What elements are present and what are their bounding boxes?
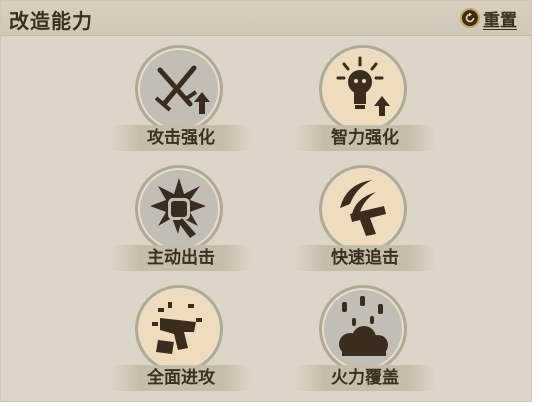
skill-label: 主动出击 — [111, 245, 251, 271]
skill-fire-coverage[interactable]: 火力覆盖 — [295, 285, 445, 405]
skill-full-assault[interactable]: 全面进攻 — [111, 285, 261, 405]
modification-panel: 改造能力 重置 攻击强化 智力强化 主动出击 快速追击 全面进攻 火力覆盖 — [0, 0, 532, 402]
skill-label: 快速追击 — [295, 245, 435, 271]
skill-label: 攻击强化 — [111, 125, 251, 151]
skill-intelligence-boost[interactable]: 智力强化 — [295, 45, 445, 165]
skill-icon-frame — [319, 285, 407, 373]
punch-fist-icon — [150, 178, 206, 238]
skill-icon-frame — [319, 165, 407, 253]
crossed-swords-up-arrow-icon — [154, 65, 210, 114]
skill-quick-pursuit[interactable]: 快速追击 — [295, 165, 445, 285]
gun-explosion-icon — [152, 302, 202, 354]
skill-icon-frame — [135, 45, 223, 133]
skill-active-strike[interactable]: 主动出击 — [111, 165, 261, 285]
skill-icon-frame — [319, 45, 407, 133]
skill-label: 火力覆盖 — [295, 365, 435, 391]
skill-icon-frame — [135, 165, 223, 253]
skill-label: 智力强化 — [295, 125, 435, 151]
reset-button[interactable]: 重置 — [460, 7, 517, 31]
reset-label: 重置 — [483, 10, 517, 31]
skill-icon-frame — [135, 285, 223, 373]
panel-header: 改造能力 重置 — [1, 1, 531, 36]
skill-attack-boost[interactable]: 攻击强化 — [111, 45, 261, 165]
reset-icon — [460, 8, 480, 28]
bullet-barrage-icon — [339, 296, 388, 356]
skill-label: 全面进攻 — [111, 365, 251, 391]
lightbulb-up-arrow-icon — [336, 56, 390, 116]
pistol-swoosh-icon — [340, 180, 386, 236]
panel-title: 改造能力 — [9, 9, 93, 33]
